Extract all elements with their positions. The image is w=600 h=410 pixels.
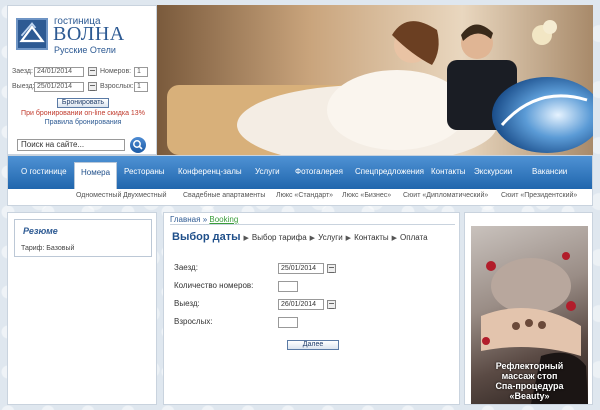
step-select-date: Выбор даты	[172, 231, 241, 243]
nav-item-conference[interactable]: Конференц-залы	[178, 167, 242, 176]
checkout-row: Выезд: 25/01/2014 Взрослых: 1	[12, 81, 154, 93]
booking-steps: Выбор даты ▶ Выбор тарифа ▶ Услуги ▶ Контакты ▶…	[172, 231, 428, 243]
breadcrumb-divider	[170, 224, 455, 225]
search-icon	[133, 140, 143, 150]
hero-image	[157, 5, 593, 155]
breadcrumb: Главная » Booking	[170, 215, 238, 224]
subnav-item-lux-business[interactable]: Люкс «Бизнес»	[342, 192, 391, 199]
subnav-item-suite-presidential[interactable]: Сюит «Президентский»	[501, 192, 577, 199]
step-arrow-icon: ▶	[391, 235, 398, 242]
ad-panel: Рефлекторный массаж стоп Спа-процедура «…	[464, 212, 593, 405]
next-button[interactable]: Далее	[287, 340, 339, 350]
form-rooms-label: Количество номеров:	[174, 281, 254, 290]
step-select-tariff: Выбор тарифа	[251, 233, 307, 242]
ad-line-3: Спа-процедура	[495, 381, 564, 391]
nav-item-restaurants[interactable]: Рестораны	[124, 167, 165, 176]
hotel-logo[interactable]: гостиница ВОЛНА Русские Отели	[16, 16, 151, 56]
resume-tariff: Тариф: Базовый	[21, 245, 75, 252]
subnav-item-wedding[interactable]: Свадебные апартаменты	[183, 192, 265, 199]
booking-content: Главная » Booking Выбор даты ▶ Выбор тариф…	[163, 212, 460, 405]
form-checkin-input[interactable]: 25/01/2014	[278, 263, 324, 274]
subnav-item-suite-diplomatic[interactable]: Сюит «Дипломатический»	[403, 192, 488, 199]
breadcrumb-current[interactable]: Booking	[209, 215, 238, 224]
checkin-label: Заезд:	[12, 68, 33, 75]
main-navigation: О гостинице Номера Рестораны Конференц-з…	[7, 155, 593, 206]
rooms-label: Номеров:	[100, 68, 132, 75]
breadcrumb-home[interactable]: Главная	[170, 215, 200, 224]
nav-item-rooms[interactable]: Номера	[74, 162, 118, 189]
nav-bar: О гостинице Номера Рестораны Конференц-з…	[8, 156, 592, 189]
online-discount-text: При бронировании on-line скидка 13%	[21, 110, 145, 117]
form-checkin-label: Заезд:	[174, 263, 198, 272]
checkout-label: Выезд:	[12, 83, 35, 90]
adults-input[interactable]: 1	[134, 82, 148, 92]
nav-item-excursions[interactable]: Экскурсии	[474, 167, 512, 176]
form-rooms-input[interactable]	[278, 281, 298, 292]
resume-panel: Резюме Тариф: Базовый	[7, 212, 157, 405]
adults-label: Взрослых:	[100, 83, 134, 90]
step-services: Услуги	[318, 233, 343, 242]
book-button[interactable]: Бронировать	[57, 98, 109, 108]
step-arrow-icon: ▶	[345, 235, 352, 242]
booking-rules-link[interactable]: Правила бронирования	[12, 119, 154, 126]
step-arrow-icon: ▶	[309, 235, 316, 242]
checkin-row: Заезд: 24/01/2014 Номеров: 1	[12, 66, 154, 78]
nav-item-contacts[interactable]: Контакты	[431, 167, 466, 176]
resume-title: Резюме	[23, 226, 58, 236]
form-checkout-input[interactable]: 26/01/2014	[278, 299, 324, 310]
nav-item-gallery[interactable]: Фотогалерея	[295, 167, 343, 176]
step-arrow-icon: ▶	[243, 235, 249, 242]
ad-line-4: «Beauty»	[509, 391, 550, 401]
checkin-calendar-icon[interactable]	[88, 67, 97, 76]
form-adults-label: Взрослых:	[174, 317, 213, 326]
resume-box: Резюме Тариф: Базовый	[14, 219, 152, 257]
spa-ad-banner[interactable]: Рефлекторный массаж стоп Спа-процедура «…	[471, 226, 588, 404]
step-payment: Оплата	[400, 233, 428, 242]
subnav-item-lux-standard[interactable]: Люкс «Стандарт»	[276, 192, 333, 199]
checkout-input[interactable]: 25/01/2014	[34, 82, 84, 92]
checkout-calendar-icon[interactable]	[88, 82, 97, 91]
breadcrumb-separator: »	[202, 215, 208, 224]
couple-photo	[157, 5, 593, 155]
wave-logo-icon	[16, 18, 48, 50]
form-checkin-calendar-icon[interactable]	[327, 264, 336, 273]
checkin-input[interactable]: 24/01/2014	[34, 67, 84, 77]
nav-item-services[interactable]: Услуги	[255, 167, 280, 176]
logo-subtitle: Русские Отели	[54, 45, 116, 55]
form-checkout-label: Выезд:	[174, 299, 200, 308]
ad-line-1: Рефлекторный	[495, 361, 564, 371]
nav-item-special-offers[interactable]: Спецпредложения	[355, 167, 424, 176]
ad-text: Рефлекторный массаж стоп Спа-процедура «…	[471, 361, 588, 401]
subnav-item-single[interactable]: Одноместный	[76, 192, 121, 199]
ad-line-2: массаж стоп	[501, 371, 558, 381]
search-button[interactable]	[130, 137, 146, 153]
booking-panel: гостиница ВОЛНА Русские Отели Заезд: 24/…	[7, 5, 157, 155]
nav-item-vacancies[interactable]: Вакансии	[532, 167, 567, 176]
rooms-input[interactable]: 1	[134, 67, 148, 77]
search-input[interactable]: Поиск на сайте...	[17, 139, 125, 151]
nav-item-about[interactable]: О гостинице	[21, 167, 67, 176]
step-contacts: Контакты	[354, 233, 389, 242]
form-checkout-calendar-icon[interactable]	[327, 300, 336, 309]
subnav-item-double[interactable]: Двухместный	[123, 192, 167, 199]
form-adults-input[interactable]	[278, 317, 298, 328]
logo-name: ВОЛНА	[53, 23, 125, 45]
